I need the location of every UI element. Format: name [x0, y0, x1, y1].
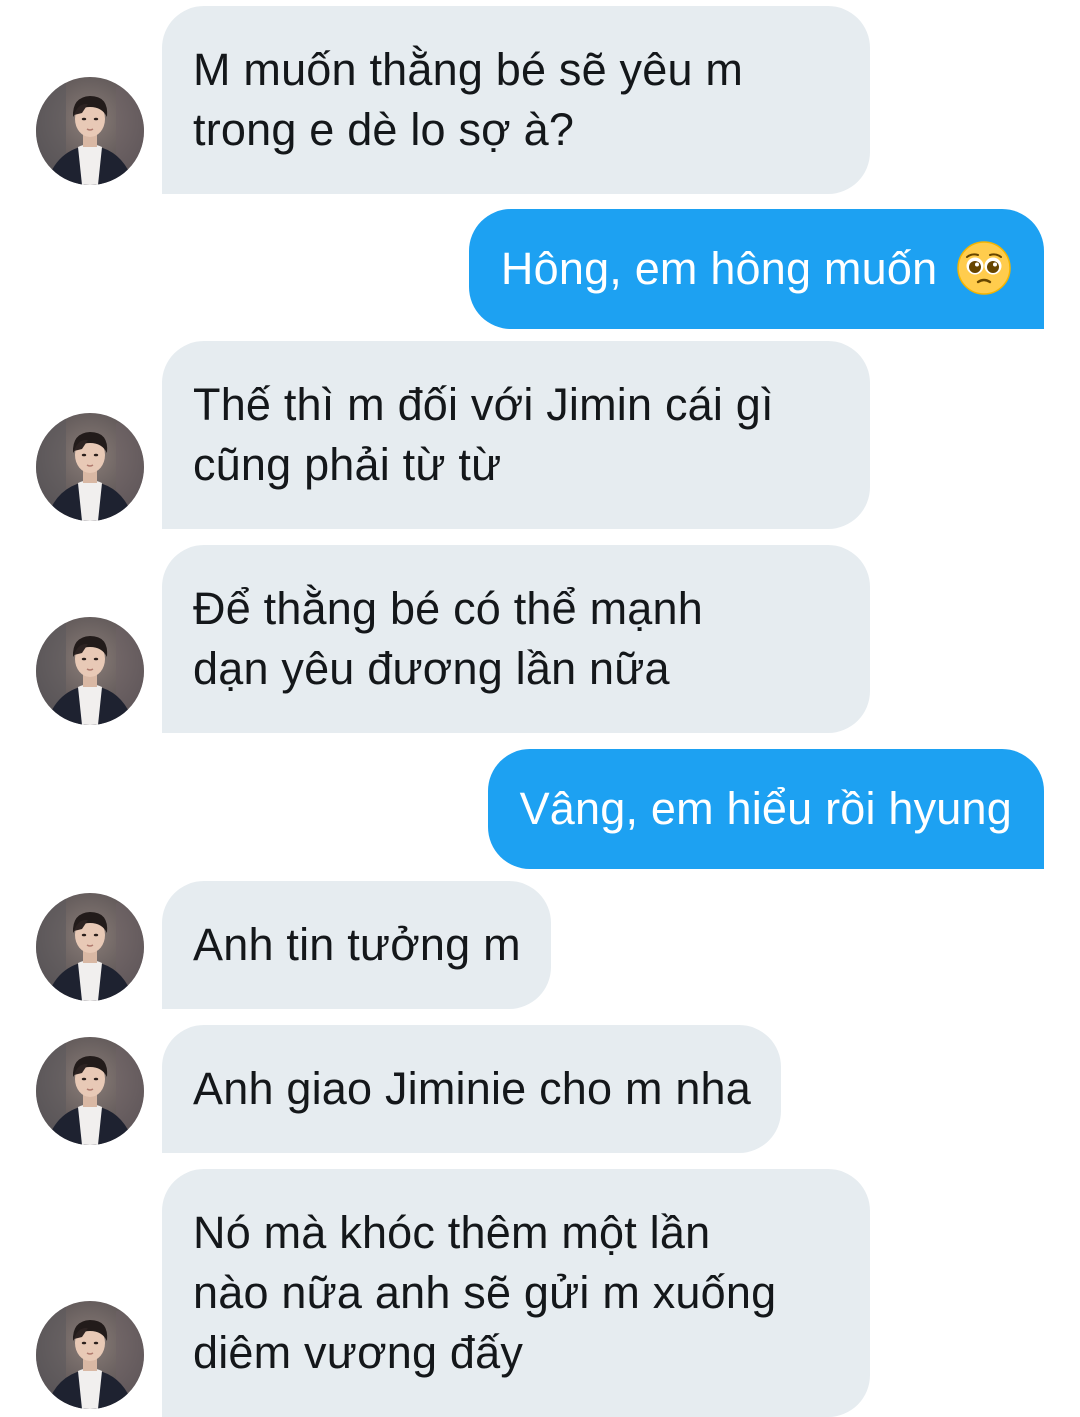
received-message-bubble[interactable]: M muốn thằng bé sẽ yêu m trong e dè lo s…	[162, 6, 870, 194]
message-text: Hông, em hông muốn	[500, 243, 938, 294]
message-text-line: Để thằng bé có thể mạnh	[193, 583, 703, 634]
message-text: Vâng, em hiểu rồi hyung	[519, 783, 1012, 834]
message-text-line: dạn yêu đương lần nữa	[193, 643, 670, 694]
message-text-line: cũng phải từ từ	[193, 439, 502, 490]
message-text-line: Nó mà khóc thêm một lần	[193, 1207, 711, 1258]
message-text-line: Thế thì m đối với Jimin cái gì	[193, 379, 774, 430]
received-message-bubble[interactable]: Anh giao Jiminie cho m nha	[162, 1025, 782, 1153]
received-message-bubble[interactable]: Để thằng bé có thể mạnh dạn yêu đương lầ…	[162, 545, 870, 733]
sent-message-bubble[interactable]: Vâng, em hiểu rồi hyung	[487, 749, 1044, 869]
message-text-line: Anh giao Jiminie cho m nha	[193, 1063, 752, 1114]
pleading-face-icon	[957, 241, 1011, 295]
contact-avatar[interactable]	[36, 413, 144, 521]
message-text-line: nào nữa anh sẽ gửi m xuống	[193, 1267, 777, 1318]
message-text-line: Anh tin tưởng m	[193, 919, 521, 970]
contact-avatar[interactable]	[36, 77, 144, 185]
contact-avatar[interactable]	[36, 1301, 144, 1409]
contact-avatar[interactable]	[36, 617, 144, 725]
contact-avatar[interactable]	[36, 893, 144, 1001]
received-message-bubble[interactable]: Thế thì m đối với Jimin cái gì cũng phải…	[162, 341, 870, 529]
received-message-bubble[interactable]: Anh tin tưởng m	[162, 881, 551, 1009]
message-text-line: M muốn thằng bé sẽ yêu m	[193, 44, 744, 95]
message-text-line: diêm vương đấy	[193, 1327, 524, 1378]
contact-avatar[interactable]	[36, 1037, 144, 1145]
received-message-bubble[interactable]: Nó mà khóc thêm một lần nào nữa anh sẽ g…	[162, 1169, 870, 1417]
message-text-line: trong e dè lo sợ à?	[193, 104, 575, 155]
sent-message-bubble[interactable]: Hông, em hông muốn	[468, 209, 1044, 329]
